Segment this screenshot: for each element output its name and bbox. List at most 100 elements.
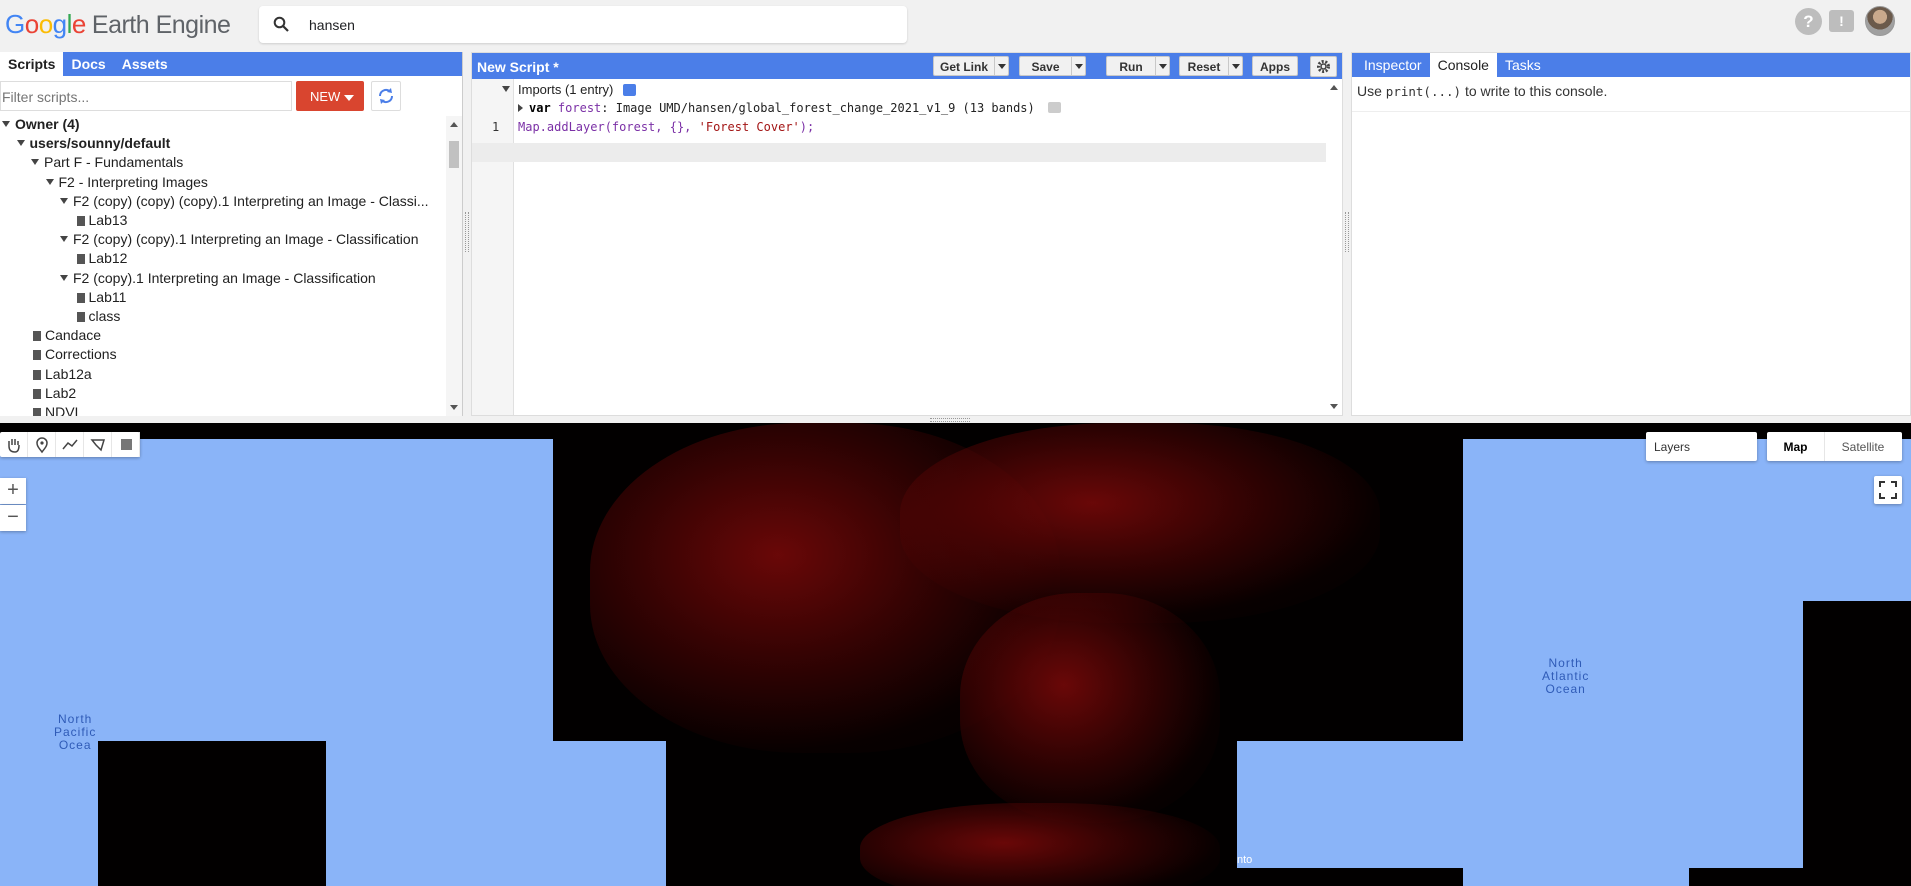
- script-title: New Script *: [477, 59, 559, 75]
- chevron-down-icon[interactable]: [1228, 57, 1242, 75]
- get-link-button[interactable]: Get Link: [933, 56, 1009, 76]
- scroll-up-icon[interactable]: [450, 122, 458, 127]
- tree-file[interactable]: Corrections: [33, 346, 117, 365]
- tab-assets[interactable]: Assets: [114, 52, 176, 76]
- zoom-in-button[interactable]: +: [0, 478, 26, 504]
- tree-label: Lab13: [88, 212, 128, 228]
- expand-icon[interactable]: [16, 140, 25, 147]
- tree-file[interactable]: Candace: [33, 327, 101, 346]
- apps-button[interactable]: Apps: [1252, 56, 1298, 76]
- search-bar[interactable]: hansen: [259, 6, 907, 43]
- tree-folder[interactable]: Owner (4): [2, 116, 80, 135]
- tree-file[interactable]: Lab12: [76, 250, 127, 269]
- scrollbar-thumb[interactable]: [449, 141, 459, 168]
- expand-icon[interactable]: [502, 86, 510, 92]
- map-view[interactable]: North Pacific Ocea North Atlantic Ocean …: [0, 423, 1911, 886]
- reset-button[interactable]: Reset: [1179, 56, 1243, 76]
- tree-file[interactable]: class: [76, 308, 120, 327]
- tree-label: Lab12a: [45, 365, 92, 382]
- feedback-icon[interactable]: !: [1829, 10, 1854, 32]
- tree-file[interactable]: Lab2: [33, 385, 76, 404]
- scroll-down-icon[interactable]: [450, 405, 458, 410]
- logo-letter: o: [24, 9, 39, 39]
- new-button[interactable]: NEW: [296, 81, 364, 111]
- fullscreen-button[interactable]: [1874, 476, 1902, 504]
- imports-toggle[interactable]: [502, 79, 515, 98]
- zoom-out-button[interactable]: −: [0, 505, 26, 531]
- chevron-down-icon[interactable]: [1155, 57, 1169, 75]
- map-type-satellite[interactable]: Satellite: [1825, 432, 1901, 461]
- settings-button[interactable]: [1310, 56, 1337, 77]
- tab-inspector[interactable]: Inspector: [1356, 53, 1430, 77]
- imports-header[interactable]: Imports (1 entry): [518, 79, 636, 98]
- run-button[interactable]: Run: [1106, 56, 1170, 76]
- console-hint-post: to write to this console.: [1461, 83, 1608, 99]
- map-splitter[interactable]: [930, 418, 970, 422]
- editor-scrollbar[interactable]: [1326, 79, 1342, 415]
- logo-product-name: Earth Engine: [91, 11, 231, 39]
- tree-file[interactable]: Lab13: [76, 212, 128, 231]
- map-tile: [98, 741, 326, 886]
- draw-shape-tool[interactable]: [84, 432, 112, 457]
- draw-rectangle-tool[interactable]: [112, 432, 140, 457]
- expand-icon[interactable]: [2, 121, 10, 127]
- file-icon: [76, 312, 85, 322]
- expand-icon[interactable]: [60, 274, 68, 281]
- visibility-icon[interactable]: [1048, 102, 1061, 113]
- forest-cover-layer: [860, 803, 1220, 886]
- expand-right-icon[interactable]: [518, 104, 523, 112]
- tree-folder[interactable]: F2 (copy) (copy).1 Interpreting an Image…: [60, 231, 418, 250]
- tab-console[interactable]: Console: [1429, 53, 1497, 77]
- drawing-tools: [0, 432, 140, 457]
- refresh-button[interactable]: [371, 81, 401, 111]
- map-type-map[interactable]: Map: [1767, 432, 1825, 461]
- draw-line-tool[interactable]: [56, 432, 84, 457]
- tree-label: Owner (4): [15, 116, 80, 132]
- scroll-up-icon[interactable]: [1330, 85, 1338, 90]
- layers-button[interactable]: Layers: [1646, 432, 1757, 461]
- rectangle-icon: [121, 439, 132, 450]
- left-splitter[interactable]: [465, 212, 469, 252]
- code-line-1[interactable]: Map.addLayer(forest, {}, 'Forest Cover')…: [518, 117, 814, 136]
- import-var-name: forest: [557, 101, 602, 115]
- save-button[interactable]: Save: [1019, 56, 1086, 76]
- expand-icon[interactable]: [60, 197, 68, 204]
- tree-file[interactable]: Lab11: [76, 288, 127, 308]
- expand-icon[interactable]: [60, 236, 68, 243]
- map-type-control: Map Satellite: [1767, 432, 1902, 461]
- tree-file[interactable]: NDVI: [33, 404, 78, 416]
- pan-hand-tool[interactable]: [0, 432, 28, 457]
- save-label: Save: [1031, 60, 1060, 74]
- add-marker-tool[interactable]: [28, 432, 56, 457]
- tab-docs[interactable]: Docs: [63, 52, 113, 76]
- tree-folder[interactable]: F2 - Interpreting Images: [45, 174, 208, 193]
- search-input[interactable]: hansen: [309, 17, 355, 33]
- tree-file[interactable]: Lab12a: [33, 366, 92, 385]
- tree-folder[interactable]: F2 (copy) (copy) (copy).1 Interpreting a…: [60, 193, 429, 212]
- tab-tasks[interactable]: Tasks: [1497, 53, 1549, 77]
- filter-scripts-input[interactable]: Filter scripts...: [0, 81, 292, 111]
- tree-folder[interactable]: Part F - Fundamentals: [31, 154, 183, 173]
- help-icon[interactable]: ?: [1795, 8, 1822, 35]
- right-tabs: Inspector Console Tasks: [1352, 53, 1910, 77]
- console-hint-pre: Use: [1357, 83, 1386, 99]
- expand-icon[interactable]: [31, 159, 39, 166]
- file-icon: [33, 369, 41, 380]
- tree-label: Lab11: [88, 288, 127, 305]
- right-splitter[interactable]: [1345, 212, 1349, 252]
- tree-folder[interactable]: users/sounny/default: [16, 135, 170, 154]
- earth-engine-logo[interactable]: Google Earth Engine: [5, 9, 231, 40]
- chevron-down-icon[interactable]: [1071, 57, 1085, 75]
- imports-code-icon[interactable]: [622, 84, 636, 96]
- tree-label: Part F - Fundamentals: [44, 154, 184, 171]
- tree-scrollbar[interactable]: [446, 116, 462, 416]
- import-row[interactable]: var forest: Image UMD/hansen/global_fore…: [518, 98, 1061, 117]
- chevron-down-icon[interactable]: [994, 57, 1008, 75]
- tree-label: NDVI: [45, 404, 79, 416]
- tree-folder[interactable]: F2 (copy).1 Interpreting an Image - Clas…: [60, 270, 376, 289]
- tab-scripts[interactable]: Scripts: [0, 52, 64, 76]
- expand-icon[interactable]: [45, 178, 54, 185]
- avatar[interactable]: [1865, 6, 1895, 36]
- console-panel: Inspector Console Tasks Use print(...) t…: [1351, 52, 1911, 416]
- scroll-down-icon[interactable]: [1330, 404, 1338, 409]
